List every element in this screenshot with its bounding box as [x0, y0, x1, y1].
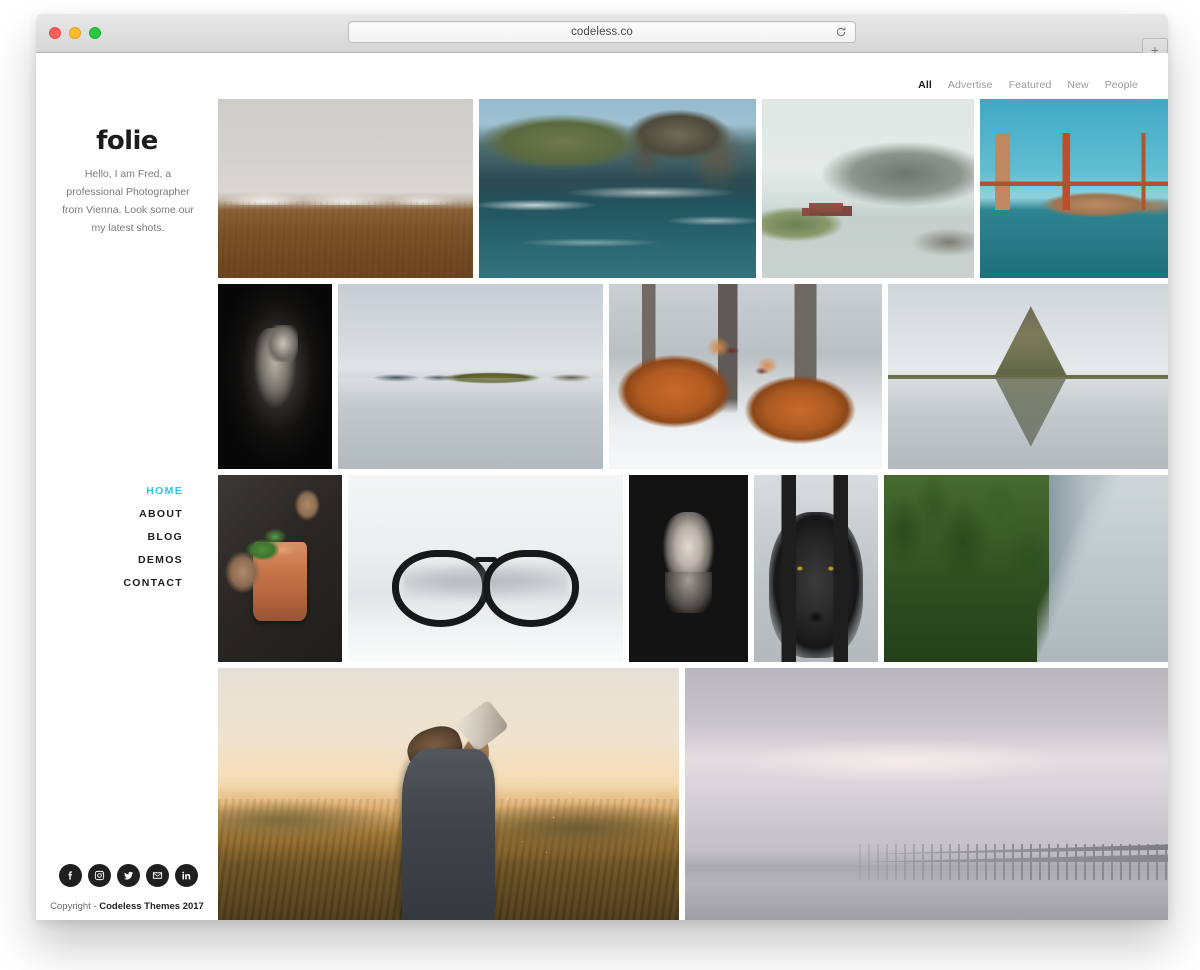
copyright-text: Copyright - Codeless Themes 2017 — [36, 901, 218, 912]
gallery-item[interactable] — [218, 99, 473, 278]
twitter-icon[interactable] — [117, 864, 140, 887]
url-text: codeless.co — [571, 26, 633, 38]
instagram-icon[interactable] — [88, 864, 111, 887]
gallery-item[interactable] — [980, 99, 1168, 278]
gallery-item[interactable] — [348, 475, 623, 662]
photo-woman-portrait — [629, 475, 748, 662]
linkedin-icon[interactable] — [175, 864, 198, 887]
reload-icon[interactable] — [835, 26, 847, 38]
gallery-item[interactable] — [888, 284, 1168, 469]
photo-detail — [1105, 519, 1151, 528]
sidebar: folie Hello, I am Fred, a professional P… — [36, 53, 218, 920]
filter-advertise[interactable]: Advertise — [948, 79, 993, 91]
nav-item-blog[interactable]: BLOG — [123, 531, 183, 543]
gallery-item[interactable] — [338, 284, 603, 469]
gallery-item[interactable] — [685, 668, 1168, 920]
photo-detail — [403, 561, 568, 603]
nav-item-about[interactable]: ABOUT — [123, 508, 183, 520]
photo-gallery-grid — [218, 99, 1168, 920]
site-tagline: Hello, I am Fred, a professional Photogr… — [62, 168, 194, 235]
photo-photographer-portrait — [218, 284, 332, 469]
photo-copper-mug-cocktail — [218, 475, 342, 662]
close-window-button[interactable] — [49, 27, 61, 39]
gallery-filter-menu: All Advertise Featured New People — [918, 79, 1138, 91]
gallery-item[interactable] — [218, 475, 342, 662]
photo-red-foxes-snow — [609, 284, 882, 469]
facebook-icon[interactable] — [59, 864, 82, 887]
gallery-item[interactable] — [609, 284, 882, 469]
filter-all[interactable]: All — [918, 79, 932, 91]
copyright-prefix: Copyright - — [50, 901, 100, 912]
gallery-item[interactable] — [754, 475, 878, 662]
gallery-item[interactable] — [218, 668, 679, 920]
nav-item-contact[interactable]: CONTACT — [123, 577, 183, 589]
photo-mirror-lake — [338, 284, 603, 469]
gallery-item[interactable] — [884, 475, 1168, 662]
photo-man-drinking-sunset — [218, 668, 679, 920]
copyright-brand[interactable]: Codeless Themes 2017 — [99, 901, 204, 912]
photo-detail — [466, 758, 587, 865]
nav-item-home[interactable]: HOME — [123, 485, 183, 497]
site-logo[interactable]: folie — [36, 126, 218, 156]
page-content: folie Hello, I am Fred, a professional P… — [36, 53, 1168, 920]
gallery-item[interactable] — [762, 99, 974, 278]
filter-featured[interactable]: Featured — [1009, 79, 1052, 91]
photo-forested-coastline — [884, 475, 1168, 662]
photo-detail — [888, 374, 1168, 380]
browser-window: codeless.co + folie Hello, I am Fred, a … — [36, 14, 1168, 920]
window-controls — [49, 27, 101, 39]
photo-kirkjufell-reflection — [888, 284, 1168, 469]
photo-coastal-cliffs — [479, 99, 756, 278]
social-links — [59, 864, 198, 887]
gallery-item[interactable] — [218, 284, 332, 469]
zoom-window-button[interactable] — [89, 27, 101, 39]
main-navigation: HOME ABOUT BLOG DEMOS CONTACT — [123, 485, 183, 600]
photo-golden-gate-bridge — [980, 99, 1168, 278]
gallery-item[interactable] — [479, 99, 756, 278]
photo-tundra-mountains — [218, 99, 473, 278]
photo-long-bridge-mist — [685, 668, 1168, 920]
address-bar[interactable]: codeless.co — [348, 21, 856, 43]
filter-new[interactable]: New — [1067, 79, 1088, 91]
email-icon[interactable] — [146, 864, 169, 887]
photo-detail — [402, 720, 468, 777]
gallery-item[interactable] — [629, 475, 748, 662]
photo-misty-fjord-cabin — [762, 99, 974, 278]
nav-item-demos[interactable]: DEMOS — [123, 554, 183, 566]
browser-toolbar: codeless.co + — [36, 14, 1168, 60]
minimize-window-button[interactable] — [69, 27, 81, 39]
photo-eyeglasses — [348, 475, 623, 662]
photo-detail — [474, 557, 497, 563]
photo-detail — [455, 699, 511, 753]
photo-detail — [994, 376, 1068, 447]
photo-black-wolf — [754, 475, 878, 662]
filter-people[interactable]: People — [1105, 79, 1138, 91]
